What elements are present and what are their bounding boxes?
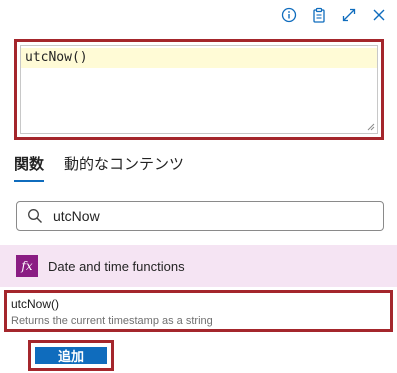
search-input[interactable] (51, 207, 355, 225)
expression-text[interactable]: utcNow() (25, 50, 88, 65)
function-description: Returns the current timestamp as a strin… (11, 315, 213, 327)
close-icon[interactable] (369, 5, 389, 25)
search-icon (28, 209, 42, 223)
function-name: utcNow() (11, 297, 60, 311)
function-list-item[interactable]: utcNow() Returns the current timestamp a… (4, 290, 393, 332)
category-label: Date and time functions (48, 258, 185, 274)
category-header[interactable]: fx Date and time functions (0, 245, 397, 287)
panel-toolbar (279, 4, 389, 26)
tab-dynamic-content[interactable]: 動的なコンテンツ (64, 153, 184, 182)
clipboard-icon[interactable] (309, 5, 329, 25)
tab-bar: 関数 動的なコンテンツ (14, 153, 184, 182)
function-search (16, 201, 384, 231)
expression-editor[interactable]: utcNow() (20, 45, 378, 134)
resize-handle-icon[interactable] (367, 123, 375, 131)
expression-editor-highlight: utcNow() (14, 39, 384, 140)
info-icon[interactable] (279, 5, 299, 25)
expand-icon[interactable] (339, 5, 359, 25)
function-fx-icon: fx (16, 255, 38, 277)
add-button[interactable]: 追加 (35, 347, 107, 364)
add-button-highlight: 追加 (28, 340, 114, 371)
tab-functions[interactable]: 関数 (14, 153, 45, 182)
